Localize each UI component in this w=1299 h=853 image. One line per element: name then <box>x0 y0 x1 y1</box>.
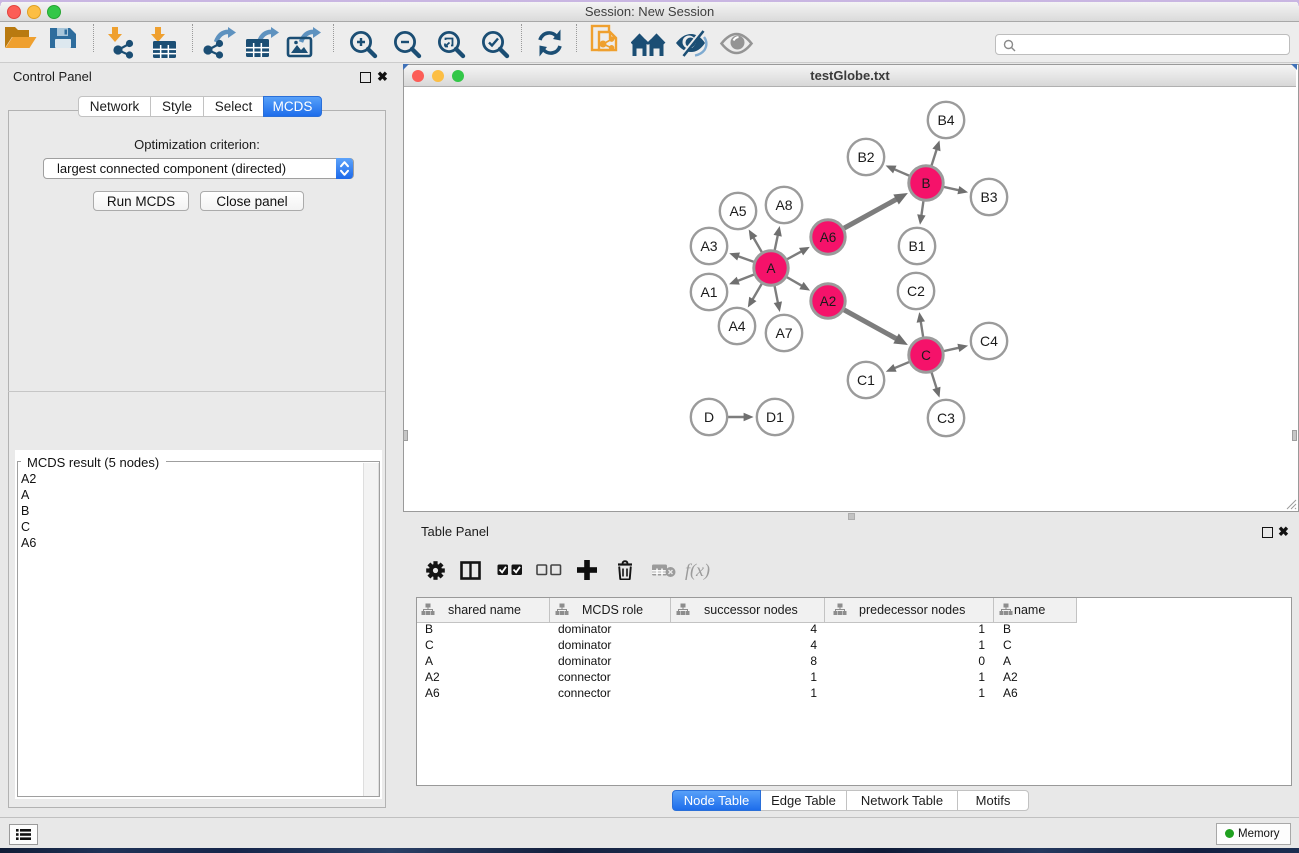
svg-text:B: B <box>921 176 930 191</box>
svg-text:A6: A6 <box>820 230 837 245</box>
svg-text:C2: C2 <box>907 283 925 299</box>
svg-text:C3: C3 <box>937 410 955 426</box>
svg-text:C: C <box>921 348 931 363</box>
svg-text:A1: A1 <box>700 284 717 300</box>
svg-text:A: A <box>766 261 775 276</box>
svg-text:B2: B2 <box>857 149 874 165</box>
svg-text:B4: B4 <box>937 112 954 128</box>
svg-text:C4: C4 <box>980 333 998 349</box>
svg-text:A8: A8 <box>775 197 792 213</box>
svg-text:A3: A3 <box>700 238 717 254</box>
svg-text:A2: A2 <box>820 294 837 309</box>
svg-text:A7: A7 <box>775 325 792 341</box>
svg-text:A4: A4 <box>728 318 745 334</box>
svg-text:C1: C1 <box>857 372 875 388</box>
svg-text:D: D <box>704 409 714 425</box>
svg-text:A5: A5 <box>729 203 746 219</box>
svg-text:B1: B1 <box>908 238 925 254</box>
svg-text:D1: D1 <box>766 409 784 425</box>
svg-text:B3: B3 <box>980 189 997 205</box>
